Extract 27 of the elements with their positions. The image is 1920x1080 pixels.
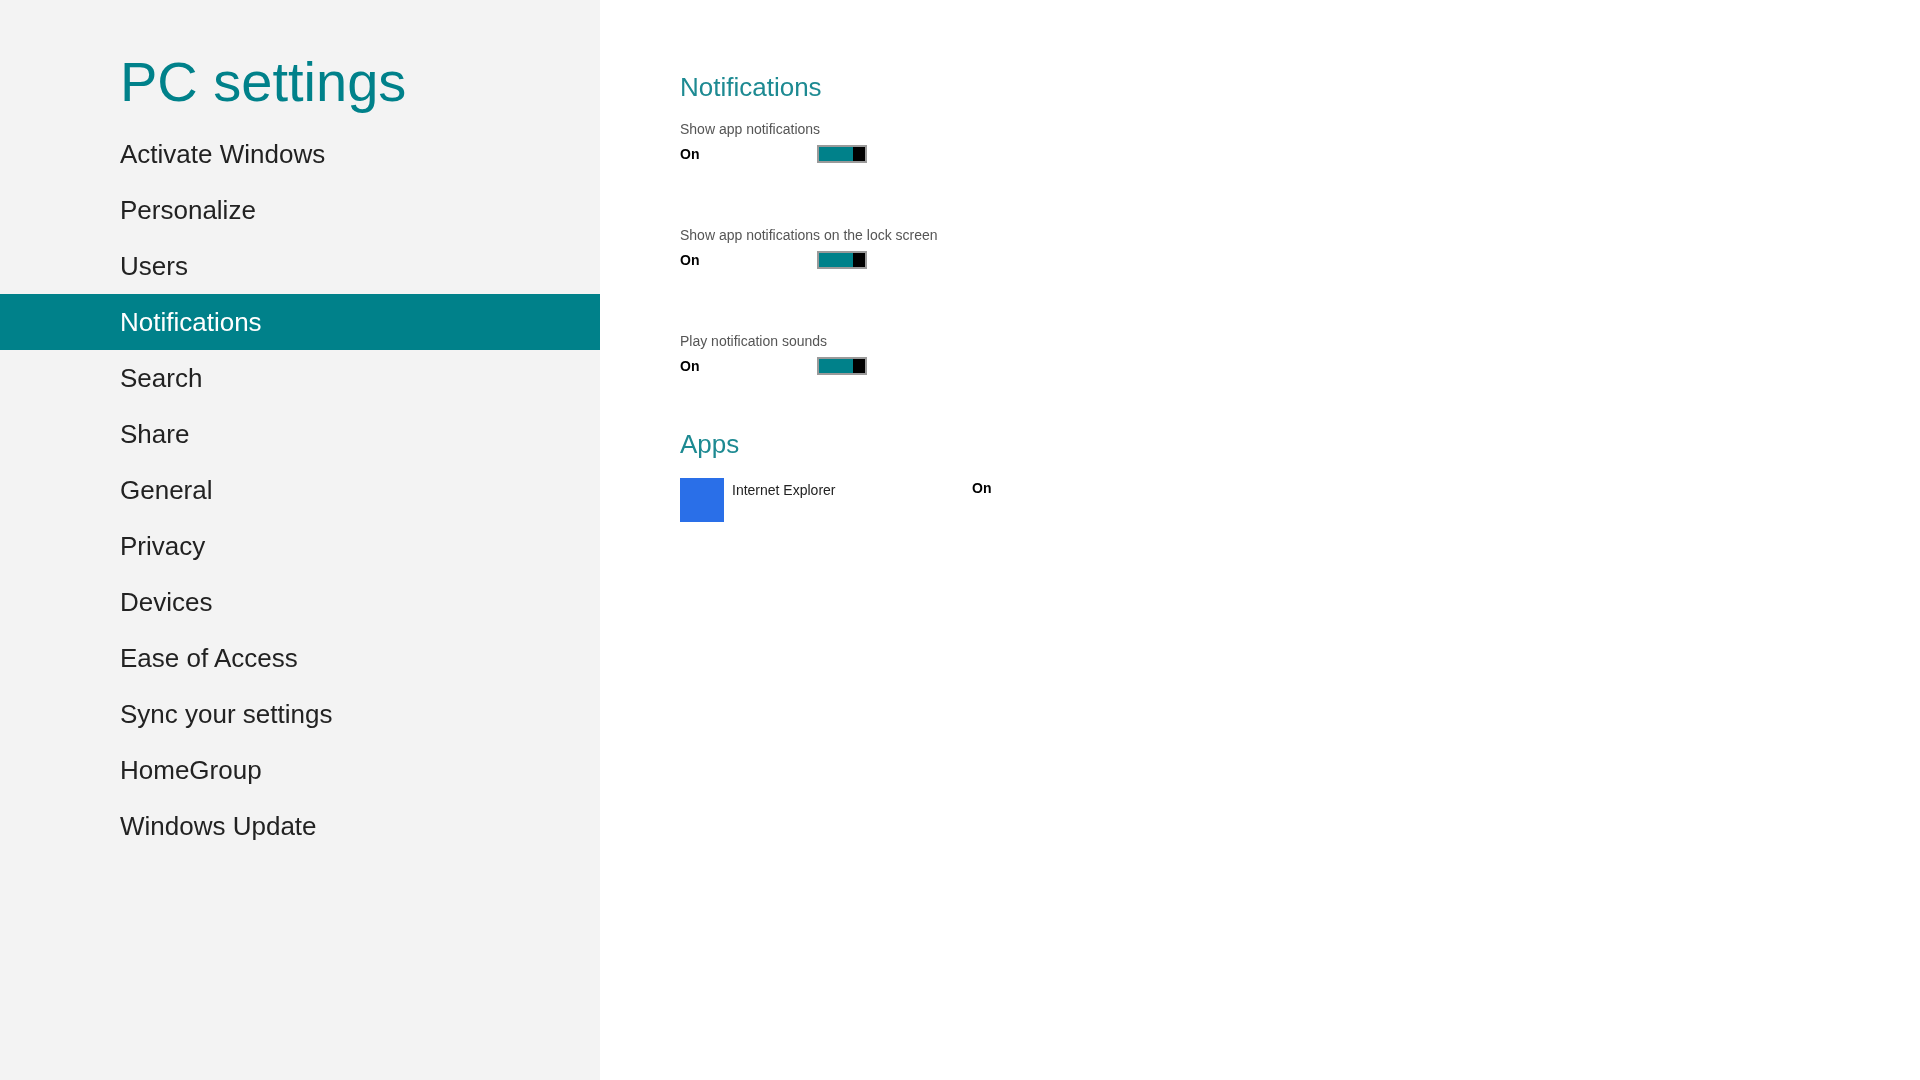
sidebar-item[interactable]: Search	[0, 350, 600, 406]
section-heading: Notifications	[680, 72, 823, 103]
toggle-state: On	[680, 252, 701, 268]
sidebar-item[interactable]: Activate Windows	[0, 126, 600, 182]
sidebar-item[interactable]: Devices	[0, 574, 600, 630]
sidebar-item[interactable]: Users	[0, 238, 600, 294]
sidebar-item[interactable]: Share	[0, 406, 600, 462]
sidebar-item[interactable]: Notifications	[0, 294, 600, 350]
setting-label: Play notification sounds	[680, 333, 828, 349]
sidebar-item[interactable]: Sync your settings	[0, 686, 600, 742]
sidebar-item[interactable]: Personalize	[0, 182, 600, 238]
toggle-state: On	[680, 146, 701, 162]
toggle-switch[interactable]	[817, 145, 867, 163]
sidebar-item[interactable]: General	[0, 462, 600, 518]
toggle-switch[interactable]	[817, 357, 867, 375]
app-name: Internet Explorer	[732, 482, 837, 498]
setting-label: Show app notifications	[680, 121, 821, 137]
sidebar-item[interactable]: Privacy	[0, 518, 600, 574]
sidebar-item[interactable]: Ease of Access	[0, 630, 600, 686]
section-heading: Apps	[680, 429, 741, 460]
app-state[interactable]: On	[972, 480, 992, 496]
sidebar-item[interactable]: HomeGroup	[0, 742, 600, 798]
setting-label: Show app notifications on the lock screen	[680, 227, 938, 243]
toggle-switch[interactable]	[817, 251, 867, 269]
toggle-state: On	[680, 358, 701, 374]
sidebar-item[interactable]: Windows Update	[0, 798, 600, 854]
page-title: PC settings	[120, 50, 408, 114]
